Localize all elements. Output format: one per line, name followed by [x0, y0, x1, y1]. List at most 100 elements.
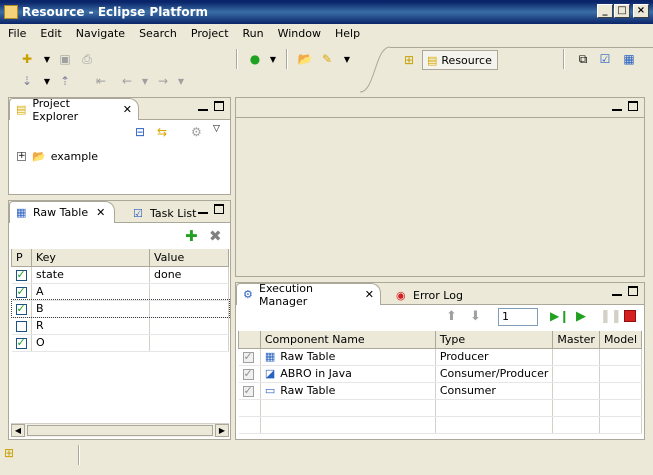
column-header-value[interactable]: Value	[149, 249, 229, 267]
scroll-thumb[interactable]	[27, 425, 213, 436]
value-cell[interactable]	[149, 300, 229, 318]
maximize-window-button[interactable]: □	[614, 4, 630, 18]
step-icon[interactable]: ▶❙	[550, 309, 569, 323]
value-cell[interactable]	[149, 283, 229, 301]
table-row[interactable]: B	[10, 299, 230, 318]
new-dropdown-icon[interactable]: ▼	[38, 50, 56, 68]
close-window-button[interactable]: ×	[633, 4, 649, 18]
menu-file[interactable]: File	[0, 27, 32, 40]
menu-search[interactable]: Search	[131, 27, 183, 40]
table-row[interactable]: ◪ ABRO in Java Consumer/Producer	[238, 365, 643, 383]
tab-execution-manager[interactable]: ⚙ Execution Manager ✕	[236, 282, 381, 308]
tree-item-example[interactable]: + 📂 example	[17, 150, 98, 163]
minimize-view-icon[interactable]	[198, 101, 208, 111]
close-tab-icon[interactable]: ✕	[123, 103, 132, 116]
tab-project-explorer[interactable]: ▤ Project Explorer ✕	[9, 97, 139, 123]
tab-error-log[interactable]: ◉ Error Log	[390, 285, 469, 305]
next-annotation-icon[interactable]: ⇣	[18, 72, 36, 90]
last-edit-icon[interactable]: ⇤	[92, 72, 110, 90]
model-cell[interactable]	[599, 365, 643, 383]
minimize-view-icon[interactable]	[198, 204, 208, 214]
forward-dropdown-icon[interactable]: ▼	[172, 72, 190, 90]
remove-row-icon[interactable]: ✖	[209, 227, 222, 245]
menu-help[interactable]: Help	[327, 27, 366, 40]
expand-icon[interactable]: +	[17, 152, 26, 161]
step-count-input[interactable]: 1	[498, 308, 538, 326]
add-row-icon[interactable]: ✚	[185, 227, 198, 245]
tab-raw-table[interactable]: ▦ Raw Table ✕	[9, 201, 115, 223]
restore-views-icon[interactable]: ⧉	[574, 50, 592, 68]
play-icon[interactable]: ▶	[576, 309, 586, 324]
menu-run[interactable]: Run	[235, 27, 270, 40]
menu-window[interactable]: Window	[270, 27, 327, 40]
table-row[interactable]: ▦ Raw Table Producer	[238, 348, 643, 366]
table-row[interactable]: A	[11, 283, 229, 301]
master-cell[interactable]	[552, 348, 600, 366]
row-checkbox[interactable]	[242, 384, 254, 397]
table-row[interactable]: R	[11, 317, 229, 335]
minimize-view-icon[interactable]	[612, 101, 622, 111]
open-folder-icon[interactable]: 📂	[296, 50, 314, 68]
stop-icon[interactable]	[624, 310, 636, 322]
maximize-view-icon[interactable]	[628, 286, 638, 296]
menu-edit[interactable]: Edit	[32, 27, 67, 40]
open-perspective-icon[interactable]: ⊞	[400, 51, 418, 69]
open-type-icon[interactable]: ✎	[318, 50, 336, 68]
column-header-component-name[interactable]: Component Name	[259, 331, 436, 349]
move-down-icon[interactable]: ⬇	[470, 309, 481, 324]
row-checkbox[interactable]	[15, 285, 27, 298]
value-cell[interactable]	[149, 334, 229, 352]
table-row[interactable]: ▭ Raw Table Consumer	[238, 382, 643, 400]
master-cell[interactable]	[552, 365, 600, 383]
new-file-icon[interactable]: ✚	[18, 50, 36, 68]
move-up-icon[interactable]: ⬆	[446, 309, 457, 324]
table-view-icon[interactable]: ▦	[620, 50, 638, 68]
maximize-view-icon[interactable]	[628, 101, 638, 111]
annotation-dropdown-icon[interactable]: ▼	[38, 72, 56, 90]
scroll-right-icon[interactable]: ▶	[215, 424, 229, 437]
fast-view-icon[interactable]: ⊞	[4, 446, 14, 460]
column-header-p[interactable]: P	[11, 249, 32, 267]
print-icon[interactable]: ⎙	[78, 50, 96, 68]
row-checkbox[interactable]	[15, 336, 27, 349]
forward-icon[interactable]: →	[154, 72, 172, 90]
minimize-view-icon[interactable]	[612, 286, 622, 296]
task-list-view-icon[interactable]: ☑	[596, 50, 614, 68]
horizontal-scrollbar[interactable]: ◀ ▶	[11, 423, 229, 437]
row-checkbox[interactable]	[15, 320, 27, 332]
run-dropdown-icon[interactable]: ▼	[264, 50, 282, 68]
close-tab-icon[interactable]: ✕	[96, 206, 105, 219]
back-icon[interactable]: ←	[118, 72, 136, 90]
master-cell[interactable]	[552, 382, 600, 400]
scroll-left-icon[interactable]: ◀	[11, 424, 25, 437]
row-checkbox[interactable]	[15, 302, 27, 315]
view-settings-icon[interactable]: ⚙	[191, 125, 202, 139]
maximize-view-icon[interactable]	[214, 204, 224, 214]
model-cell[interactable]	[599, 382, 643, 400]
table-row[interactable]: state done	[11, 266, 229, 284]
save-icon[interactable]: ▣	[56, 50, 74, 68]
value-cell[interactable]	[149, 317, 229, 335]
menu-navigate[interactable]: Navigate	[68, 27, 131, 40]
column-header-check[interactable]	[238, 331, 261, 349]
row-checkbox[interactable]	[15, 268, 27, 281]
column-header-master[interactable]: Master	[552, 331, 600, 349]
run-icon[interactable]: ●	[246, 50, 264, 68]
column-header-model[interactable]: Model	[598, 331, 643, 349]
resource-perspective-button[interactable]: ▤ Resource	[422, 50, 498, 70]
window-titlebar[interactable]: Resource - Eclipse Platform _ □ ×	[0, 0, 653, 24]
back-dropdown-icon[interactable]: ▼	[136, 72, 154, 90]
pause-icon[interactable]: ❚❚	[600, 309, 622, 324]
menu-project[interactable]: Project	[183, 27, 235, 40]
model-cell[interactable]	[599, 348, 643, 366]
prev-annotation-icon[interactable]: ⇡	[56, 72, 74, 90]
open-dropdown-icon[interactable]: ▼	[338, 50, 356, 68]
close-tab-icon[interactable]: ✕	[365, 288, 374, 301]
link-with-editor-icon[interactable]: ⇆	[157, 125, 167, 139]
row-checkbox[interactable]	[242, 350, 254, 363]
column-header-key[interactable]: Key	[31, 249, 150, 267]
column-header-type[interactable]: Type	[434, 331, 554, 349]
row-checkbox[interactable]	[242, 367, 254, 380]
tab-task-list[interactable]: ☑ Task List	[127, 203, 202, 223]
view-menu-icon[interactable]: ▽	[213, 124, 220, 134]
